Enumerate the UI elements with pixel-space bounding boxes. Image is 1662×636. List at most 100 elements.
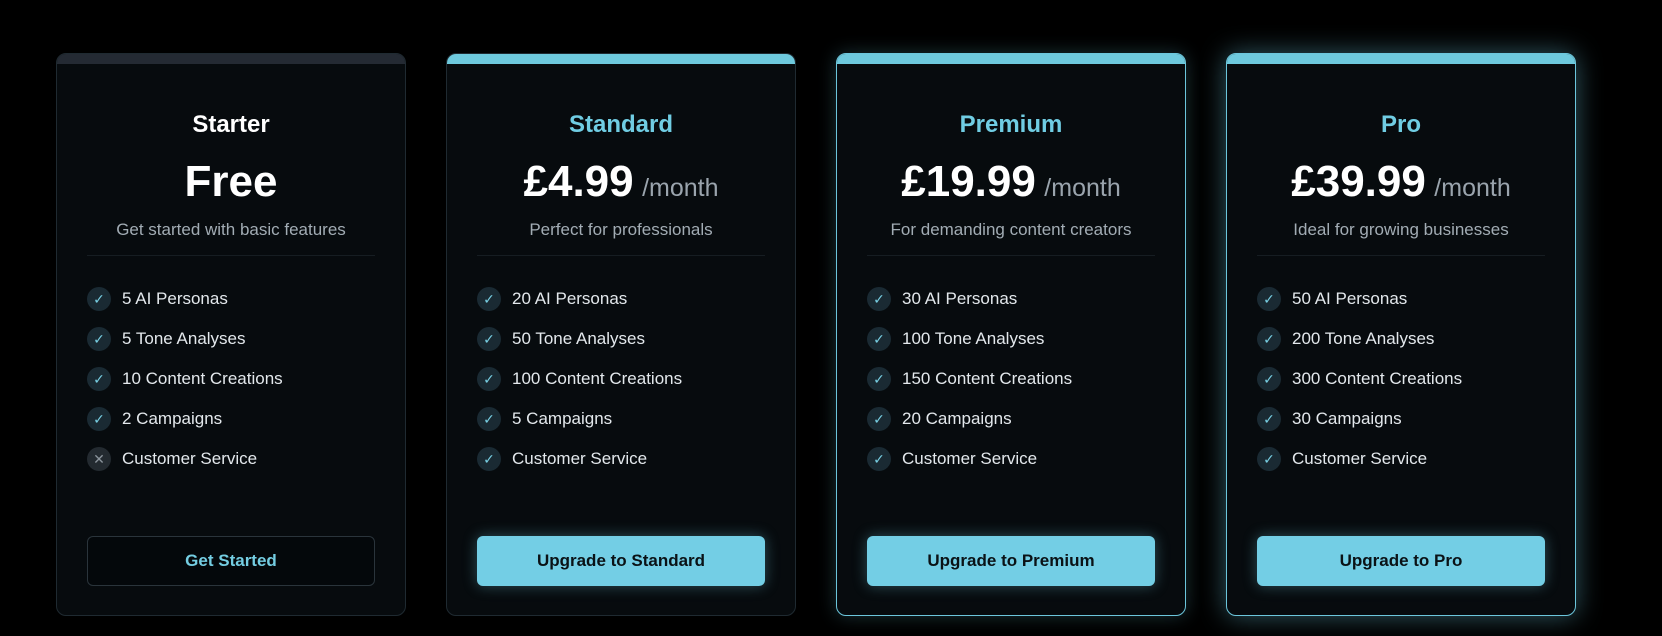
- divider: [867, 255, 1155, 256]
- feature-label: Customer Service: [902, 449, 1038, 468]
- price-row: £19.99 /month: [837, 154, 1185, 220]
- feature-label: 20 AI Personas: [512, 289, 628, 308]
- plan-card-premium: Premium £19.99 /month For demanding cont…: [836, 53, 1186, 616]
- plan-period: /month: [1434, 174, 1511, 202]
- check-icon: ✓: [477, 287, 501, 311]
- card-top-accent: [837, 54, 1185, 64]
- plan-subtitle: For demanding content creators: [890, 220, 1132, 239]
- price-row: Free: [57, 154, 405, 220]
- card-top-accent: [447, 54, 795, 64]
- feature-item: ✓ 30 AI Personas: [867, 279, 1072, 319]
- feature-item: ✓ Customer Service: [867, 439, 1072, 479]
- x-icon: ✕: [87, 447, 111, 471]
- feature-list: ✓ 30 AI Personas ✓ 100 Tone Analyses ✓ 1…: [867, 279, 1072, 479]
- check-icon: ✓: [867, 327, 891, 351]
- feature-label: 200 Tone Analyses: [1292, 329, 1435, 348]
- feature-item: ✓ 100 Tone Analyses: [867, 319, 1072, 359]
- check-icon: ✓: [87, 407, 111, 431]
- get-started-button[interactable]: Get Started: [87, 536, 375, 586]
- card-top-accent: [1227, 54, 1575, 64]
- feature-item: ✓ 5 Tone Analyses: [87, 319, 283, 359]
- feature-label: Customer Service: [512, 449, 648, 468]
- feature-item: ✓ Customer Service: [477, 439, 682, 479]
- plan-subtitle: Perfect for professionals: [529, 220, 713, 239]
- feature-item: ✓ 30 Campaigns: [1257, 399, 1462, 439]
- check-icon: ✓: [1257, 447, 1281, 471]
- feature-label: 50 AI Personas: [1292, 289, 1408, 308]
- feature-item: ✓ 10 Content Creations: [87, 359, 283, 399]
- plan-name: Starter: [192, 111, 270, 138]
- feature-item: ✓ 150 Content Creations: [867, 359, 1072, 399]
- feature-label: 10 Content Creations: [122, 369, 283, 388]
- feature-item: ✕ Customer Service: [87, 439, 283, 479]
- feature-list: ✓ 20 AI Personas ✓ 50 Tone Analyses ✓ 10…: [477, 279, 682, 479]
- upgrade-standard-button[interactable]: Upgrade to Standard: [477, 536, 765, 586]
- check-icon: ✓: [87, 367, 111, 391]
- feature-item: ✓ 50 AI Personas: [1257, 279, 1462, 319]
- plan-card-starter: Starter Free Get started with basic feat…: [56, 53, 406, 616]
- check-icon: ✓: [1257, 287, 1281, 311]
- check-icon: ✓: [867, 407, 891, 431]
- feature-label: 300 Content Creations: [1292, 369, 1463, 388]
- feature-list: ✓ 50 AI Personas ✓ 200 Tone Analyses ✓ 3…: [1257, 279, 1462, 479]
- plan-name: Premium: [959, 111, 1063, 138]
- feature-item: ✓ Customer Service: [1257, 439, 1462, 479]
- card-top-accent: [57, 54, 405, 64]
- plan-name: Standard: [568, 111, 673, 138]
- check-icon: ✓: [1257, 327, 1281, 351]
- feature-label: 20 Campaigns: [902, 409, 1012, 428]
- check-icon: ✓: [867, 287, 891, 311]
- plan-period: /month: [1044, 174, 1121, 202]
- feature-item: ✓ 20 AI Personas: [477, 279, 682, 319]
- check-icon: ✓: [477, 407, 501, 431]
- check-icon: ✓: [477, 327, 501, 351]
- feature-item: ✓ 200 Tone Analyses: [1257, 319, 1462, 359]
- check-icon: ✓: [867, 447, 891, 471]
- feature-label: 50 Tone Analyses: [512, 329, 645, 348]
- feature-label: 100 Content Creations: [512, 369, 683, 388]
- plan-period: /month: [642, 174, 719, 202]
- plan-card-standard: Standard £4.99 /month Perfect for profes…: [446, 53, 796, 616]
- feature-label: 5 Campaigns: [512, 409, 613, 428]
- divider: [87, 255, 375, 256]
- upgrade-pro-button[interactable]: Upgrade to Pro: [1257, 536, 1545, 586]
- feature-item: ✓ 20 Campaigns: [867, 399, 1072, 439]
- feature-item: ✓ 100 Content Creations: [477, 359, 682, 399]
- feature-list: ✓ 5 AI Personas ✓ 5 Tone Analyses ✓ 10 C…: [87, 279, 283, 479]
- feature-label: 5 Tone Analyses: [122, 329, 246, 348]
- divider: [1257, 255, 1545, 256]
- feature-label: Customer Service: [122, 449, 258, 468]
- plan-price: £19.99: [901, 157, 1036, 206]
- check-icon: ✓: [477, 447, 501, 471]
- check-icon: ✓: [87, 287, 111, 311]
- plan-subtitle: Get started with basic features: [116, 220, 346, 239]
- divider: [477, 255, 765, 256]
- feature-label: 30 Campaigns: [1292, 409, 1402, 428]
- feature-label: 5 AI Personas: [122, 289, 228, 308]
- pricing-page: Starter Free Get started with basic feat…: [0, 0, 1662, 636]
- feature-label: Customer Service: [1292, 449, 1428, 468]
- check-icon: ✓: [867, 367, 891, 391]
- feature-item: ✓ 2 Campaigns: [87, 399, 283, 439]
- feature-item: ✓ 50 Tone Analyses: [477, 319, 682, 359]
- feature-label: 2 Campaigns: [122, 409, 223, 428]
- check-icon: ✓: [87, 327, 111, 351]
- feature-label: 150 Content Creations: [902, 369, 1073, 388]
- plan-name: Pro: [1380, 111, 1421, 138]
- feature-item: ✓ 5 Campaigns: [477, 399, 682, 439]
- feature-item: ✓ 5 AI Personas: [87, 279, 283, 319]
- plan-price: Free: [184, 157, 278, 206]
- plan-price: £4.99: [523, 157, 634, 206]
- plan-card-pro: Pro £39.99 /month Ideal for growing busi…: [1226, 53, 1576, 616]
- feature-label: 100 Tone Analyses: [902, 329, 1045, 348]
- price-row: £39.99 /month: [1227, 154, 1575, 220]
- feature-label: 30 AI Personas: [902, 289, 1018, 308]
- check-icon: ✓: [1257, 407, 1281, 431]
- plan-subtitle: Ideal for growing businesses: [1293, 220, 1509, 239]
- upgrade-premium-button[interactable]: Upgrade to Premium: [867, 536, 1155, 586]
- feature-item: ✓ 300 Content Creations: [1257, 359, 1462, 399]
- plan-price: £39.99: [1291, 157, 1426, 206]
- price-row: £4.99 /month: [447, 154, 795, 220]
- check-icon: ✓: [1257, 367, 1281, 391]
- check-icon: ✓: [477, 367, 501, 391]
